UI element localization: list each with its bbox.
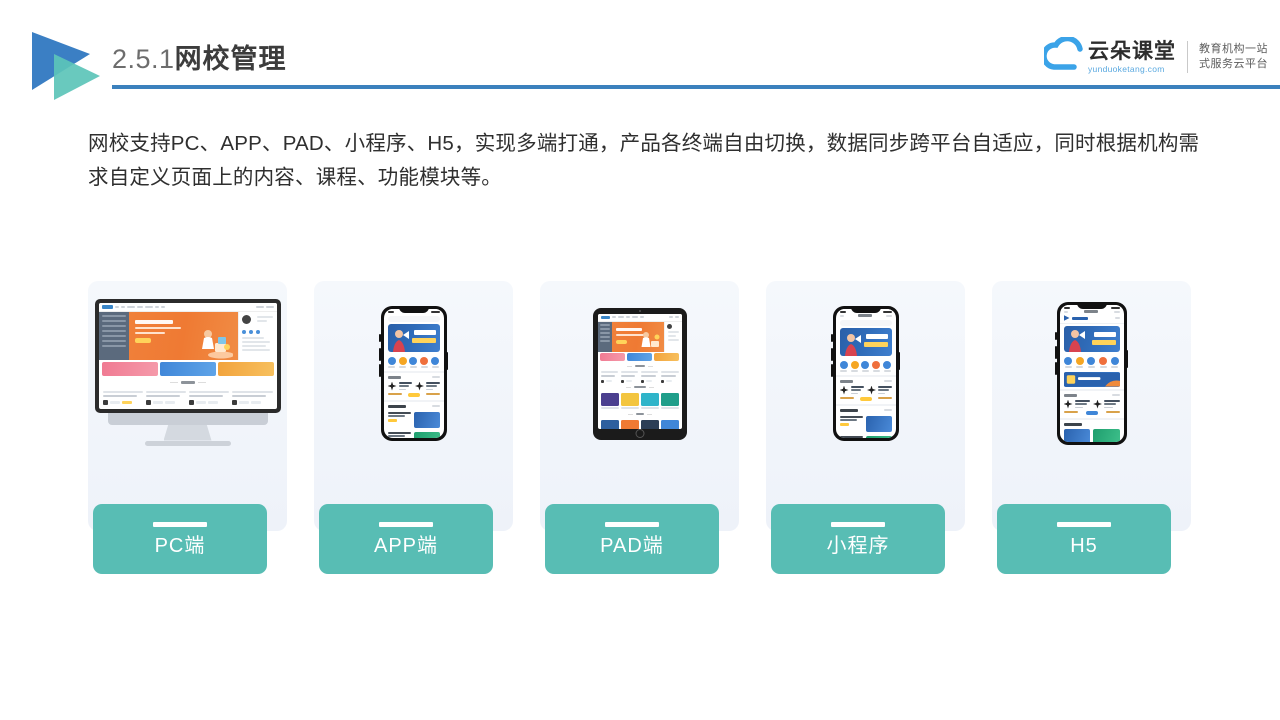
brand-url: yunduoketang.com xyxy=(1088,63,1165,74)
platform-card-pad[interactable]: PAD端 xyxy=(540,281,739,574)
platform-label-button-app[interactable]: APP端 xyxy=(319,504,493,574)
label-dash xyxy=(831,521,885,527)
platform-label-button-pc[interactable]: PC端 xyxy=(93,504,267,574)
brand-logo: 云朵课堂 yunduoketang.com 教育机构一站 式服务云平台 xyxy=(1044,36,1268,78)
platform-card-row: PC端 APP端 PAD端 小程序 H5 xyxy=(88,281,1193,576)
brand-divider xyxy=(1187,41,1188,73)
device-mockup-phone-h5 xyxy=(992,281,1191,466)
section-number: 2.5.1 xyxy=(112,44,175,74)
label-dash xyxy=(379,521,433,527)
platform-label-text: APP端 xyxy=(373,534,439,557)
platform-label-button-miniprogram[interactable]: 小程序 xyxy=(771,504,945,574)
device-mockup-phone-app xyxy=(314,281,513,466)
platform-label-button-pad[interactable]: PAD端 xyxy=(545,504,719,574)
platform-label-text: 小程序 xyxy=(826,534,890,557)
device-mockup-tablet xyxy=(540,281,739,466)
cloud-icon xyxy=(1044,37,1083,70)
label-dash xyxy=(605,521,659,527)
brand-name: 云朵课堂 xyxy=(1088,39,1176,63)
platform-label-button-h5[interactable]: H5 xyxy=(997,504,1171,574)
platform-card-h5[interactable]: H5 xyxy=(992,281,1191,574)
platform-card-app[interactable]: APP端 xyxy=(314,281,513,574)
play-triangle-logo-icon xyxy=(28,28,106,102)
label-dash xyxy=(153,521,207,527)
device-mockup-desktop xyxy=(88,281,287,466)
section-title-cn: 网校管理 xyxy=(174,44,287,74)
title-underline-rule xyxy=(112,85,1280,89)
body-paragraph: 网校支持PC、APP、PAD、小程序、H5，实现多端打通，产品各终端自由切换，数… xyxy=(88,132,1200,189)
slide-root: 2.5.1网校管理 云朵课堂 yunduoketang.com 教育机构一站 式… xyxy=(0,0,1280,720)
brand-tagline-line1: 教育机构一站 xyxy=(1199,43,1268,55)
platform-label-text: H5 xyxy=(1070,534,1098,557)
page-title: 2.5.1网校管理 xyxy=(112,44,287,74)
brand-tagline: 教育机构一站 式服务云平台 xyxy=(1199,42,1268,72)
slide-header: 2.5.1网校管理 云朵课堂 yunduoketang.com 教育机构一站 式… xyxy=(0,0,1280,110)
platform-card-pc[interactable]: PC端 xyxy=(88,281,287,574)
label-dash xyxy=(1057,521,1111,527)
device-mockup-phone-miniprogram xyxy=(766,281,965,466)
brand-tagline-line2: 式服务云平台 xyxy=(1199,58,1268,70)
platform-label-text: PAD端 xyxy=(600,534,664,557)
platform-card-miniprogram[interactable]: 小程序 xyxy=(766,281,965,574)
platform-label-text: PC端 xyxy=(154,534,206,557)
